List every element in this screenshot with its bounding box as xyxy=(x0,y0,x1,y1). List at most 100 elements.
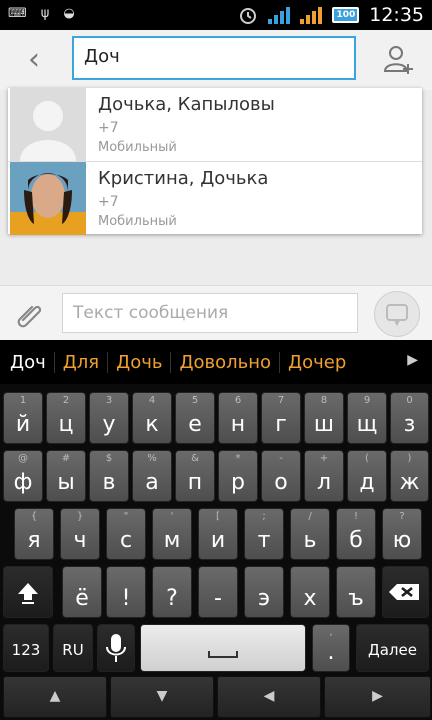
key-label: х xyxy=(303,586,317,611)
status-right-icons: 100 12:35 xyxy=(238,4,424,26)
word-suggestion[interactable]: Довольно xyxy=(171,351,281,373)
back-icon[interactable]: ‹ xyxy=(28,42,40,77)
key-alt: 8 xyxy=(320,395,328,406)
keyboard: Доч Для Дочь Довольно Дочер ▶ 1й 2ц 3у 4… xyxy=(0,340,432,720)
key[interactable]: ? ю xyxy=(382,508,422,560)
contact-number: +7 xyxy=(98,120,119,136)
key[interactable]: 7г xyxy=(261,392,301,444)
key[interactable]: ! б xyxy=(336,508,376,560)
backspace-key[interactable] xyxy=(382,566,429,618)
key[interactable]: ъ xyxy=(336,566,376,618)
key[interactable]: 8ш xyxy=(304,392,344,444)
key-label: ф xyxy=(13,470,33,495)
arrow-down-icon: ▼ xyxy=(156,688,168,704)
key-label: ъ xyxy=(348,586,364,611)
key[interactable]: + л xyxy=(304,450,344,502)
key-label: и xyxy=(210,528,226,553)
key[interactable]: ? xyxy=(152,566,192,618)
key[interactable]: ; т xyxy=(244,508,284,560)
key[interactable]: " с xyxy=(106,508,146,560)
key[interactable]: х xyxy=(290,566,330,618)
language-key[interactable]: RU xyxy=(53,624,93,672)
word-suggestion[interactable]: Дочер xyxy=(280,352,354,373)
key[interactable]: 5е xyxy=(175,392,215,444)
key-label: ю xyxy=(392,528,412,553)
key-label: э xyxy=(257,586,271,611)
symbols-key[interactable]: 123 xyxy=(3,624,49,672)
key-alt: 1 xyxy=(19,395,27,406)
space-key[interactable] xyxy=(140,624,306,672)
arrow-down-key[interactable]: ▼ xyxy=(110,676,214,718)
key[interactable]: 1й xyxy=(3,392,43,444)
key[interactable]: ! xyxy=(106,566,146,618)
key-alt: 4 xyxy=(148,395,156,406)
word-suggestion[interactable]: Доч xyxy=(0,351,55,373)
key[interactable]: / ь xyxy=(290,508,330,560)
key[interactable]: 4к xyxy=(132,392,172,444)
key-alt: 0 xyxy=(406,395,413,406)
key-alt: 3 xyxy=(105,395,113,406)
key[interactable]: 0з xyxy=(390,392,429,444)
key[interactable]: * р xyxy=(218,450,258,502)
key[interactable]: - xyxy=(198,566,238,618)
arrow-left-key[interactable]: ◀ xyxy=(217,676,321,718)
key-label: я xyxy=(27,528,41,553)
key-label: к xyxy=(145,412,159,437)
send-button[interactable] xyxy=(374,291,420,337)
shift-key[interactable] xyxy=(3,566,53,618)
arrow-right-key[interactable]: ▶ xyxy=(324,676,431,718)
key-alt: 7 xyxy=(277,395,285,406)
attach-icon[interactable] xyxy=(14,298,46,330)
arrow-up-key[interactable]: ▲ xyxy=(3,676,107,718)
key[interactable]: 9щ xyxy=(347,392,387,444)
battery-icon: 100 xyxy=(332,7,360,23)
signal-icon-1 xyxy=(268,6,291,24)
key[interactable]: э xyxy=(244,566,284,618)
key[interactable]: 3у xyxy=(89,392,129,444)
recipient-input[interactable]: Доч xyxy=(72,36,356,80)
key-alt: { xyxy=(30,511,38,522)
key[interactable]: ё xyxy=(62,566,102,618)
key-label: у xyxy=(102,412,116,437)
key-alt: [ xyxy=(216,511,220,522)
key-alt: - xyxy=(279,453,283,464)
key[interactable]: @ ф xyxy=(3,450,43,502)
default-avatar-icon xyxy=(10,88,86,161)
key[interactable]: 6н xyxy=(218,392,258,444)
key[interactable]: ) ж xyxy=(390,450,429,502)
suggestion-bar: Доч Для Дочь Довольно Дочер ▶ xyxy=(0,340,432,384)
key[interactable]: & п xyxy=(175,450,215,502)
word-suggestion[interactable]: Для xyxy=(55,351,109,373)
next-key[interactable]: Далее xyxy=(356,624,429,672)
key[interactable]: (д xyxy=(347,450,387,502)
key-alt: 6 xyxy=(234,395,242,406)
word-suggestion[interactable]: Дочь xyxy=(108,351,172,373)
add-contact-icon[interactable] xyxy=(382,42,416,76)
period-key[interactable]: , . xyxy=(312,624,350,672)
send-icon xyxy=(386,304,408,327)
shift-icon xyxy=(18,583,38,604)
more-suggestions-icon[interactable]: ▶ xyxy=(407,352,418,368)
message-input[interactable]: Текст сообщения xyxy=(62,293,358,333)
key[interactable]: 2ц xyxy=(46,392,86,444)
key-alt: 9 xyxy=(363,395,371,406)
key[interactable]: $ в xyxy=(89,450,129,502)
key[interactable]: ' м xyxy=(152,508,192,560)
key[interactable]: # ы xyxy=(46,450,86,502)
key[interactable]: -о xyxy=(261,450,301,502)
contact-number-type: Мобильный xyxy=(98,140,177,155)
voice-key[interactable] xyxy=(97,624,135,672)
key[interactable]: % а xyxy=(132,450,172,502)
key[interactable]: [и xyxy=(198,508,238,560)
key-alt: ' xyxy=(170,511,174,522)
key-alt: % xyxy=(147,453,157,464)
key-label: а xyxy=(145,470,159,495)
key[interactable]: {я xyxy=(14,508,54,560)
contact-name: Дочька, Капыловы xyxy=(98,94,275,115)
contact-suggestion-row[interactable]: Кристина, Дочька +7 Мобильный xyxy=(8,162,422,235)
key[interactable]: } ч xyxy=(60,508,100,560)
backspace-icon xyxy=(389,584,419,600)
status-left-icons: ⌨ ψ ◒ xyxy=(8,6,75,21)
contact-suggestion-row[interactable]: Дочька, Капыловы +7 Мобильный xyxy=(8,88,422,162)
key-label: л xyxy=(316,470,332,495)
